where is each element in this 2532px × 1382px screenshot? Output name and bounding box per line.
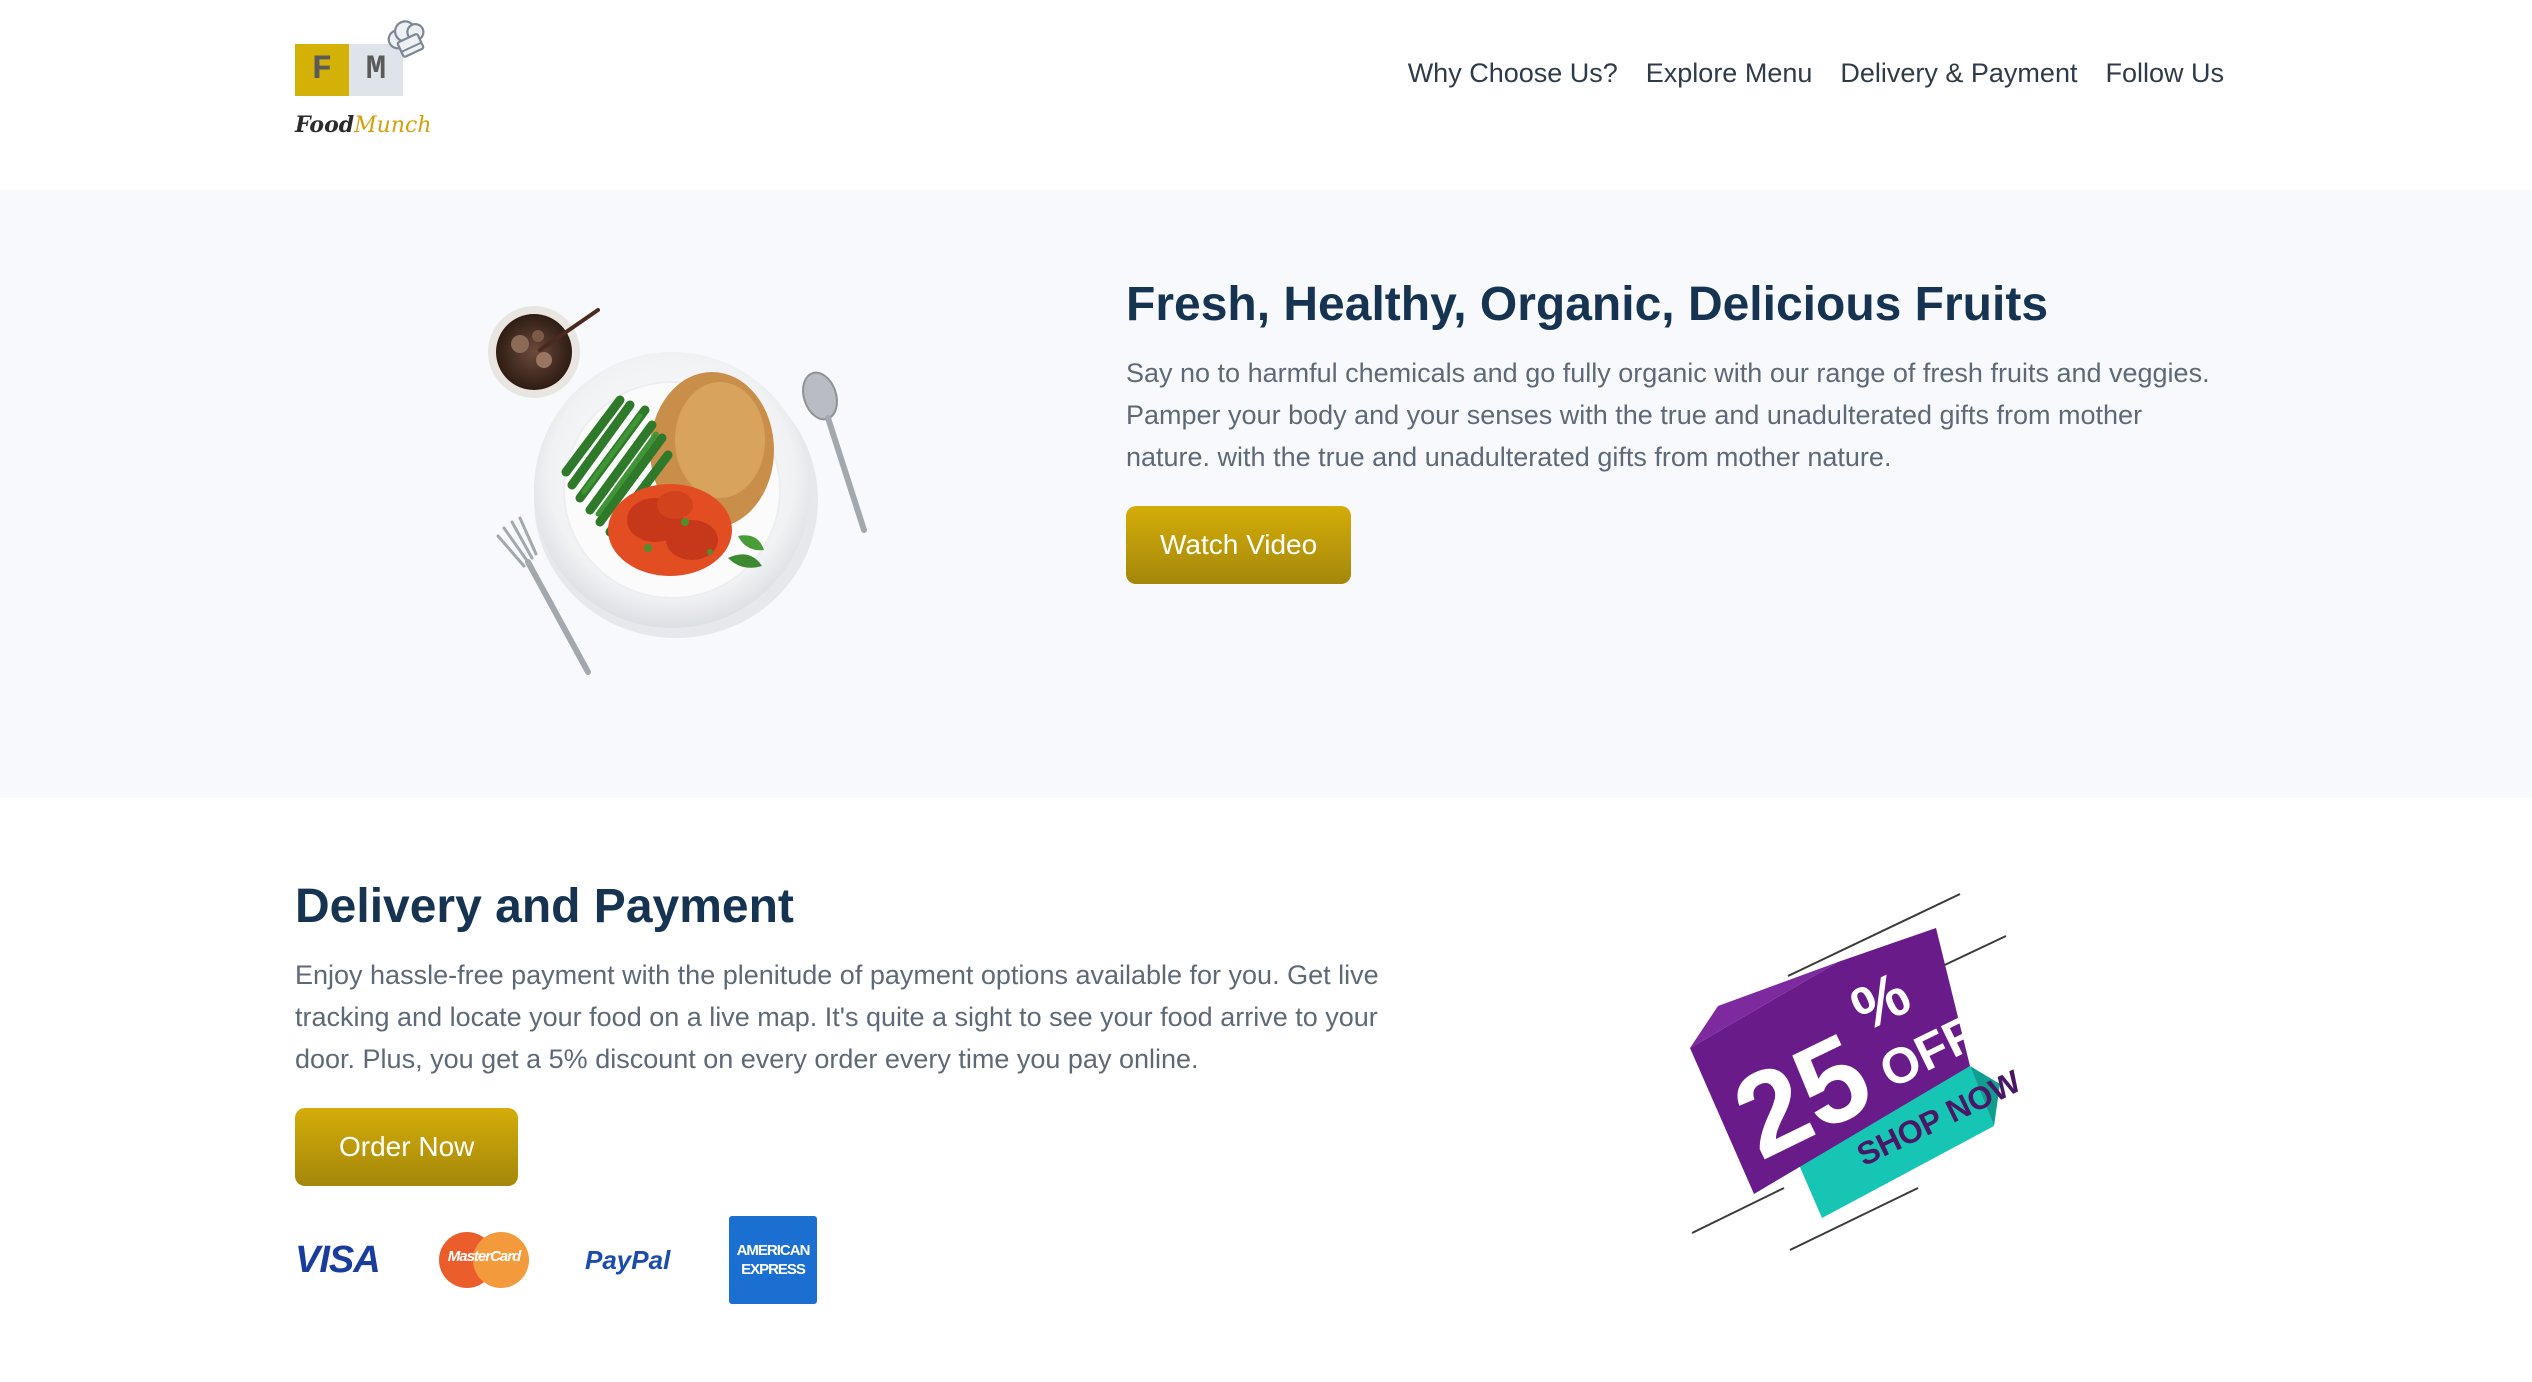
nav-menu: Why Choose Us? Explore Menu Delivery & P… <box>1408 58 2224 89</box>
nav-link-why-choose-us[interactable]: Why Choose Us? <box>1408 58 1618 89</box>
delivery-content: Delivery and Payment Enjoy hassle-free p… <box>295 878 1425 1186</box>
brand-name-part2: Munch <box>354 113 432 138</box>
brand-name: FoodMunch <box>295 112 432 138</box>
banner-title: Fresh, Healthy, Organic, Delicious Fruit… <box>1126 278 2049 331</box>
delivery-title: Delivery and Payment <box>295 880 794 933</box>
watch-video-button[interactable]: Watch Video <box>1126 505 1352 584</box>
logo-letter-f: F <box>295 44 349 96</box>
chef-hat-icon <box>387 20 425 58</box>
hero-banner: Fresh, Healthy, Organic, Delicious Fruit… <box>0 190 2532 798</box>
delivery-description: Enjoy hassle-free payment with the pleni… <box>295 959 1379 1074</box>
brand-logo[interactable]: F M FoodMunch <box>293 20 433 144</box>
mastercard-icon: MasterCard <box>439 1232 529 1288</box>
amex-icon: AMERICAN EXPRESS <box>729 1216 817 1304</box>
amex-line1: AMERICAN <box>736 1242 811 1259</box>
order-now-button[interactable]: Order Now <box>295 1107 519 1186</box>
brand-name-part1: Food <box>295 112 355 138</box>
discount-badge-image[interactable]: 25 % OFF SHOP NOW <box>1688 888 2028 1258</box>
banner-description: Say no to harmful chemicals and go fully… <box>1126 357 2210 472</box>
nav-link-follow-us[interactable]: Follow Us <box>2105 58 2224 89</box>
amex-line2: EXPRESS <box>741 1261 806 1278</box>
mastercard-label: MasterCard <box>447 1248 522 1265</box>
visa-icon: VISA <box>295 1238 381 1281</box>
payment-methods: VISA MasterCard PayPal AMERICAN EXPRESS <box>295 1215 817 1305</box>
nav-link-explore-menu[interactable]: Explore Menu <box>1646 58 1813 89</box>
banner-content: Fresh, Healthy, Organic, Delicious Fruit… <box>1126 276 2226 584</box>
food-plate-image <box>488 306 867 675</box>
nav-link-delivery-payment[interactable]: Delivery & Payment <box>1840 58 2077 89</box>
navbar: F M FoodMunch Why Choose Us? Explore Men… <box>0 0 2532 190</box>
paypal-icon: PayPal <box>585 1244 671 1275</box>
